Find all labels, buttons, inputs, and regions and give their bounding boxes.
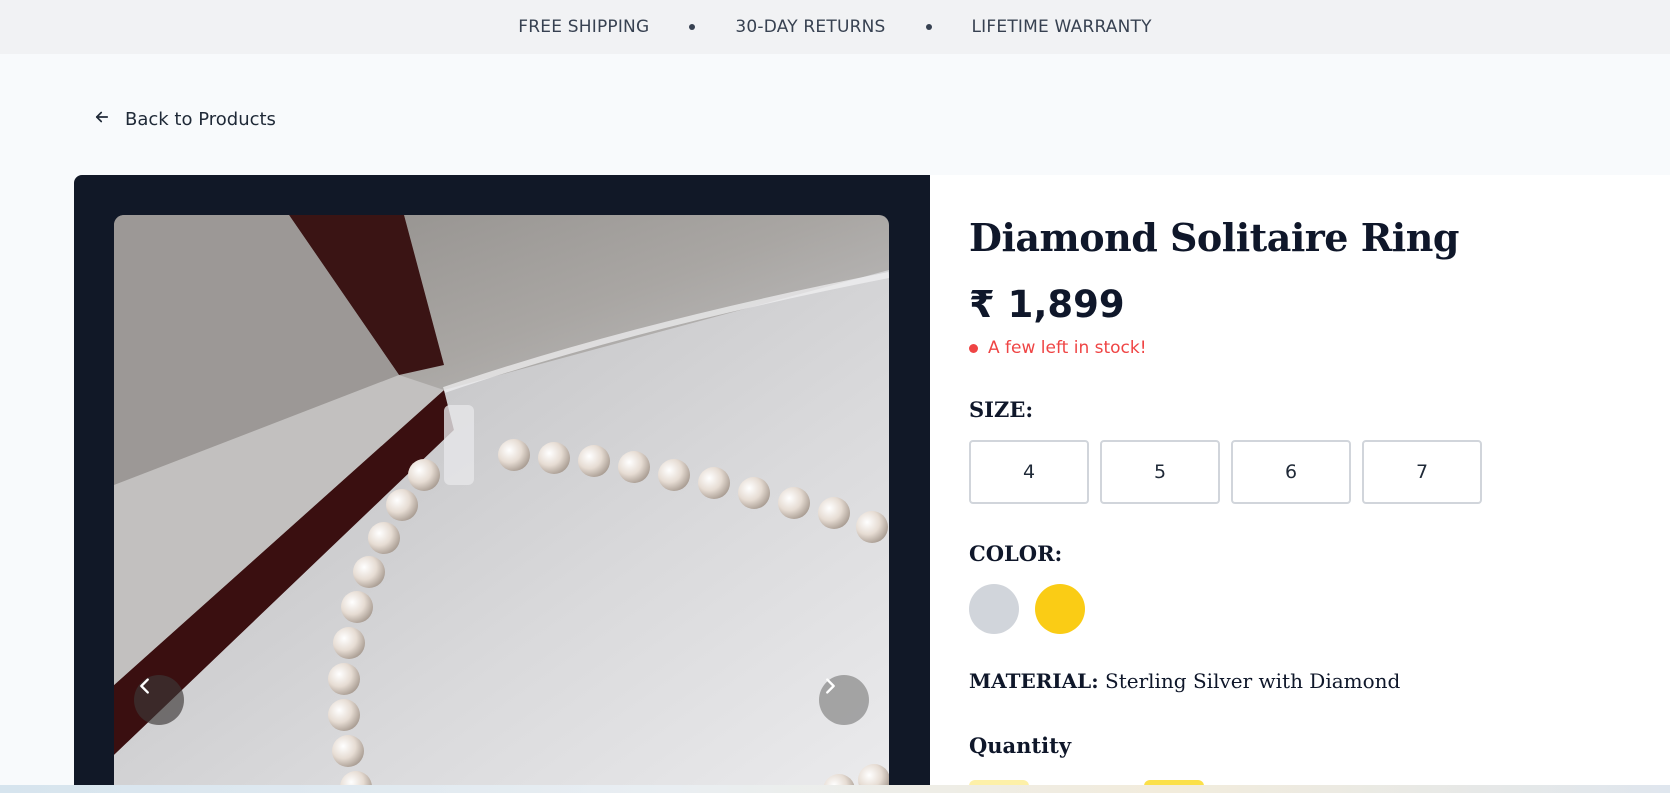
color-swatch-gold[interactable] — [1035, 584, 1085, 634]
size-option-7[interactable]: 7 — [1362, 440, 1482, 504]
material-value: Sterling Silver with Diamond — [1105, 669, 1401, 693]
product-price: ₹ 1,899 — [969, 283, 1125, 326]
bullet-separator — [925, 24, 932, 30]
material-info: MATERIAL: Sterling Silver with Diamond — [969, 669, 1400, 693]
product-details-panel: Diamond Solitaire Ring ₹ 1,899 A few lef… — [930, 175, 1670, 793]
size-options: 4 5 6 7 — [969, 440, 1482, 504]
color-swatch-silver[interactable] — [969, 584, 1019, 634]
bullet-separator — [689, 24, 696, 30]
color-label: COLOR: — [969, 541, 1063, 566]
quantity-label: Quantity — [969, 733, 1072, 758]
announcement-bar: FREE SHIPPING 30-DAY RETURNS LIFETIME WA… — [0, 0, 1670, 54]
size-label: SIZE: — [969, 397, 1034, 422]
product-image — [114, 215, 889, 793]
stock-status-text: A few left in stock! — [988, 338, 1147, 358]
announcement-warranty: LIFETIME WARRANTY — [971, 17, 1152, 37]
size-option-4[interactable]: 4 — [969, 440, 1089, 504]
size-option-6[interactable]: 6 — [1231, 440, 1351, 504]
color-options — [969, 584, 1085, 634]
material-label: MATERIAL: — [969, 669, 1099, 693]
size-option-5[interactable]: 5 — [1100, 440, 1220, 504]
stock-indicator-dot — [969, 343, 978, 353]
product-gallery — [74, 175, 930, 793]
bottom-edge — [0, 785, 1670, 793]
stock-status: A few left in stock! — [969, 338, 1147, 358]
gallery-prev-button[interactable] — [134, 675, 184, 725]
product-title: Diamond Solitaire Ring — [969, 215, 1459, 260]
announcement-free-shipping: FREE SHIPPING — [518, 17, 650, 37]
back-link-label: Back to Products — [125, 109, 276, 130]
announcement-returns: 30-DAY RETURNS — [735, 17, 886, 37]
arrow-left-icon — [93, 108, 111, 131]
gallery-next-button[interactable] — [819, 675, 869, 725]
back-to-products-link[interactable]: Back to Products — [93, 108, 276, 131]
